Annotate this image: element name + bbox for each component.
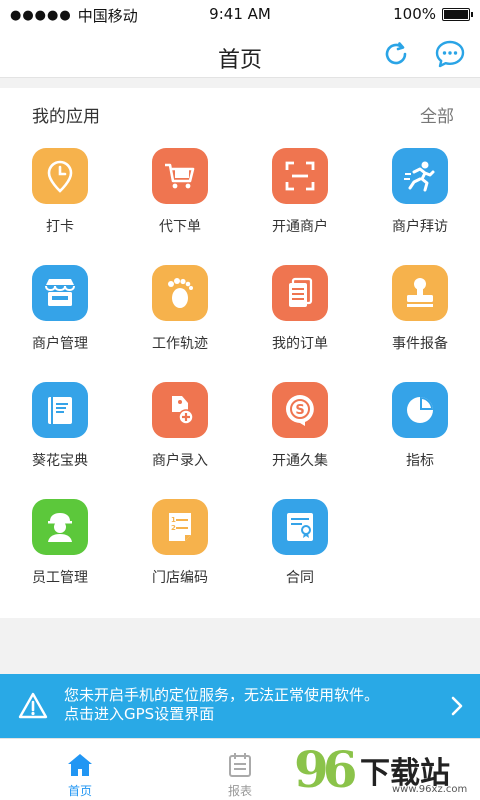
svg-text:2: 2 [171,524,176,532]
home-icon [68,754,92,776]
app-work-track[interactable]: 工作轨迹 [120,265,240,382]
my-apps-section: 我的应用 全部 打卡 代下单 开通商户 商户拜访 商户管理 工作轨迹 我的订单 … [0,88,480,618]
clock-pin-icon [32,148,88,204]
app-merchant-entry[interactable]: 商户录入 [120,382,240,499]
app-label: 工作轨迹 [152,336,208,352]
app-store-code[interactable]: 12 门店编码 [120,499,240,616]
app-label: 员工管理 [32,570,88,586]
app-staff-manage[interactable]: 员工管理 [0,499,120,616]
svg-text:1: 1 [171,516,176,524]
battery-percent: 100% [393,5,436,23]
book-icon [32,382,88,438]
gps-warning-text: 您未开启手机的定位服务，无法正常使用软件。 点击进入GPS设置界面 [64,686,379,724]
certificate-icon [272,499,328,555]
numbered-list-icon: 12 [152,499,208,555]
app-merchant-manage[interactable]: 商户管理 [0,265,120,382]
all-apps-link[interactable]: 全部 [420,102,454,127]
storefront-icon [32,265,88,321]
document-icon [272,265,328,321]
tab-home-label: 首页 [67,784,92,798]
app-grid: 打卡 代下单 开通商户 商户拜访 商户管理 工作轨迹 我的订单 事件报备 葵花宝… [0,148,480,616]
app-label: 商户拜访 [392,219,448,235]
svg-text:S: S [295,403,304,418]
app-merchant-visit[interactable]: 商户拜访 [360,148,480,265]
status-right: 100% [393,5,473,23]
cart-icon [152,148,208,204]
refresh-button[interactable] [380,38,412,70]
battery-fill [444,9,468,19]
section-title: 我的应用 [32,107,100,127]
runner-icon [392,148,448,204]
app-label: 门店编码 [152,570,208,586]
app-label: 商户录入 [152,453,208,469]
scan-icon [272,148,328,204]
app-label: 指标 [406,453,434,469]
app-label: 合同 [286,570,314,586]
gps-warning-line1: 您未开启手机的定位服务，无法正常使用软件。 [64,686,380,704]
app-my-orders[interactable]: 我的订单 [240,265,360,382]
app-contract[interactable]: 合同 [240,499,360,616]
app-clock-in[interactable]: 打卡 [0,148,120,265]
tab-home[interactable]: 首页 [0,739,160,800]
battery-icon [442,7,473,21]
tab-report-label: 报表 [227,784,252,798]
warning-icon [18,692,48,719]
app-label: 开通久集 [272,453,328,469]
nav-bar: 首页 [0,30,480,78]
chat-bubble-icon [435,40,465,68]
footprint-icon [152,265,208,321]
pie-chart-icon [392,382,448,438]
app-open-jiuji[interactable]: S 开通久集 [240,382,360,499]
app-label: 代下单 [159,219,201,235]
tab-report[interactable]: 报表 [160,739,320,800]
app-open-merchant[interactable]: 开通商户 [240,148,360,265]
gps-warning-line2: 点击进入GPS设置界面 [64,705,215,723]
app-metrics[interactable]: 指标 [360,382,480,499]
tab-empty-slot [320,739,480,800]
app-place-order[interactable]: 代下单 [120,148,240,265]
app-event-report[interactable]: 事件报备 [360,265,480,382]
calendar-report-icon [229,753,251,777]
gps-warning-banner[interactable]: 您未开启手机的定位服务，无法正常使用软件。 点击进入GPS设置界面 [0,674,480,738]
app-label: 我的订单 [272,336,328,352]
stamp-icon [392,265,448,321]
app-label: 商户管理 [32,336,88,352]
chevron-right-icon [451,696,463,716]
message-button[interactable] [434,38,466,70]
app-label: 事件报备 [392,336,448,352]
tag-add-icon [152,382,208,438]
s-bubble-icon: S [272,382,328,438]
status-bar: ●●●●● 中国移动 9:41 AM 100% [0,0,480,30]
refresh-icon [385,42,407,65]
tab-bar: 首页 报表 [0,738,480,800]
staff-icon [32,499,88,555]
app-handbook[interactable]: 葵花宝典 [0,382,120,499]
app-label: 开通商户 [272,219,328,235]
app-label: 葵花宝典 [32,453,88,469]
app-label: 打卡 [46,219,74,235]
